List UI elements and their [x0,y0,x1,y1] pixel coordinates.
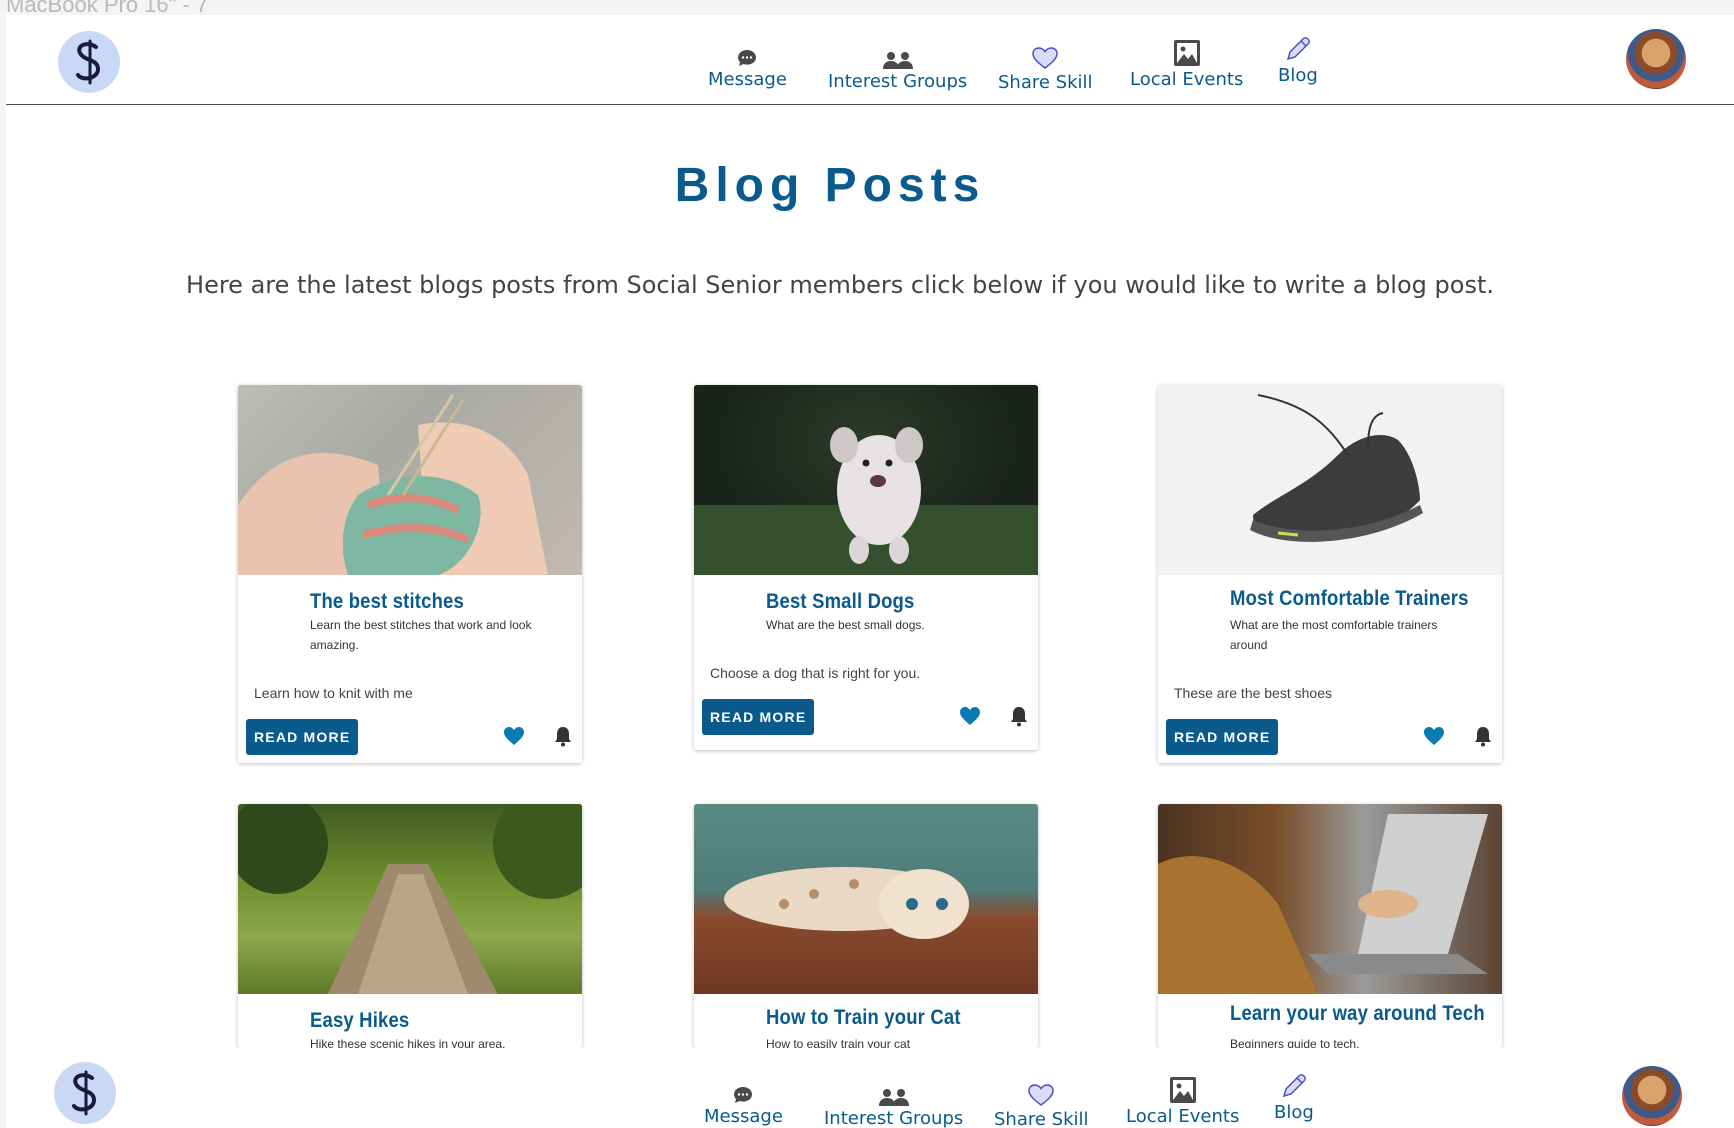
nav-message[interactable]: Message [708,37,787,91]
bottom-navbar: Message Interest Groups Share Skill Loca… [6,1048,1734,1128]
blog-card-body: These are the best shoes [1174,685,1332,701]
image-icon [1169,1074,1197,1104]
blog-card: Learn your way around Tech Beginners gui… [1158,804,1502,1048]
avatar[interactable] [1622,1066,1682,1126]
blog-card: Easy Hikes Hike these scenic hikes in yo… [238,804,582,1048]
blog-card-description: What are the most comfortable trainers a… [1230,618,1438,652]
read-more-button[interactable]: READ MORE [1166,719,1279,755]
blog-card: Best Small Dogs What are the best small … [694,385,1038,750]
blog-card-body: Choose a dog that is right for you. [710,665,921,681]
blog-card: Most Comfortable Trainers What are the m… [1158,385,1502,763]
blog-card-image [694,804,1038,994]
chat-bubble-icon [737,37,757,67]
blog-card-image [238,804,582,994]
nav-blog[interactable]: Blog [1278,33,1318,87]
notification-bell-icon[interactable] [1009,705,1029,727]
blog-card-image [694,385,1038,575]
nav-interest-groups[interactable]: Interest Groups [824,1076,963,1128]
nav-message[interactable]: Message [704,1074,783,1128]
heart-outline-icon [1027,1077,1055,1107]
notification-bell-icon[interactable] [1473,725,1493,747]
read-more-button[interactable]: READ MORE [246,719,359,755]
people-icon [882,39,914,69]
pen-icon [1280,1070,1308,1100]
image-icon [1173,37,1201,67]
pen-icon [1284,33,1312,63]
blog-card: The best stitches Learn the best stitche… [238,385,582,763]
favorite-heart-icon[interactable] [1423,725,1445,747]
blog-card-description: How to easily train your cat [766,1037,911,1048]
nav-share-skill[interactable]: Share Skill [994,1077,1089,1128]
blog-card-image [1158,385,1502,575]
blog-card-description: Learn the best stitches that work and lo… [310,618,532,652]
blog-card-title[interactable]: Best Small Dogs [766,590,914,614]
blog-card-title[interactable]: Most Comfortable Trainers [1230,587,1469,611]
logo[interactable] [54,1062,116,1124]
logo[interactable] [58,31,120,93]
blog-card-title[interactable]: The best stitches [310,590,464,614]
nav-blog[interactable]: Blog [1274,1070,1314,1124]
nav-share-skill[interactable]: Share Skill [998,40,1093,94]
read-more-button[interactable]: READ MORE [702,699,815,735]
avatar[interactable] [1626,29,1686,89]
artboard-top-strip [0,0,1734,15]
blog-card-description: Beginners guide to tech. [1230,1037,1360,1048]
nav-local-events[interactable]: Local Events [1126,1074,1239,1128]
logo-s-icon [76,39,101,85]
nav-local-events[interactable]: Local Events [1130,37,1243,91]
favorite-heart-icon[interactable] [503,725,525,747]
page-subtitle: Here are the latest blogs posts from Soc… [186,271,1494,299]
blog-card-description: What are the best small dogs. [766,618,925,632]
blog-card-description: Hike these scenic hikes in your area. [310,1037,506,1048]
blog-card-title[interactable]: Easy Hikes [310,1009,409,1033]
page-title: Blog Posts [674,159,986,212]
top-navbar: Message Interest Groups Share Skill Loca… [6,15,1734,105]
notification-bell-icon[interactable] [553,725,573,747]
logo-s-icon [72,1070,97,1116]
blog-card-title[interactable]: Learn your way around Tech [1230,1002,1485,1026]
people-icon [878,1076,910,1106]
nav-interest-groups[interactable]: Interest Groups [828,39,967,93]
chat-bubble-icon [733,1074,753,1104]
blog-card-image [238,385,582,575]
favorite-heart-icon[interactable] [959,705,981,727]
blog-card-body: Learn how to knit with me [254,685,413,701]
heart-outline-icon [1031,40,1059,70]
blog-card: How to Train your Cat How to easily trai… [694,804,1038,1048]
blog-card-image [1158,804,1502,994]
blog-card-title[interactable]: How to Train your Cat [766,1006,961,1030]
